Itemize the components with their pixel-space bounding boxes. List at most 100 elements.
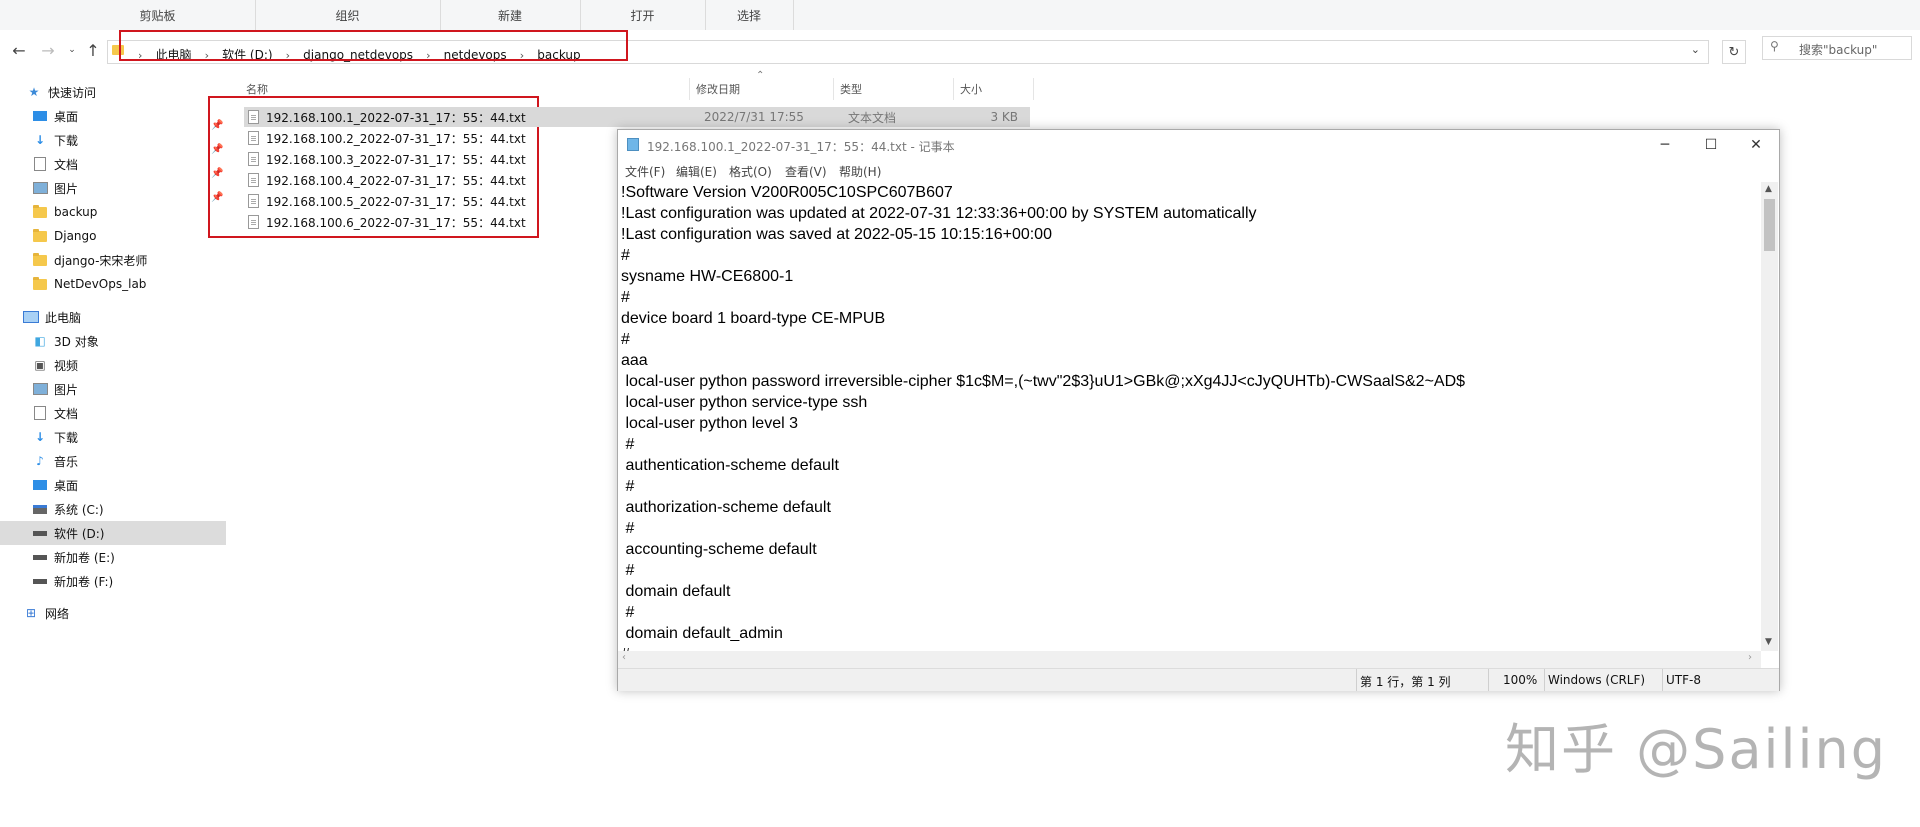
notepad-text-area[interactable]: !Software Version V200R005C10SPC607B607 …	[618, 182, 1761, 651]
text-line: !Last configuration was updated at 2022-…	[621, 205, 1257, 222]
text-file-icon	[248, 173, 259, 187]
sidebar-label: 桌面	[54, 109, 79, 124]
scrollbar-thumb[interactable]	[1764, 199, 1775, 251]
sidebar-item-videos[interactable]: ▣ 视频	[0, 353, 258, 377]
text-file-icon	[248, 215, 259, 229]
sidebar-item-drive-e[interactable]: 新加卷 (E:)	[0, 545, 258, 569]
sidebar-label: 文档	[54, 157, 79, 172]
address-highlight-box	[119, 30, 628, 61]
scroll-right-arrow-icon[interactable]: ›	[1748, 652, 1752, 663]
drive-icon	[32, 573, 48, 589]
file-name: 192.168.100.1_2022-07-31_17：55：44.txt	[266, 110, 526, 125]
ribbon-group-select[interactable]: 选择	[705, 0, 794, 30]
up-arrow-icon[interactable]: ↑	[83, 40, 103, 60]
menu-view[interactable]: 查看(V)	[785, 163, 827, 180]
desktop-icon	[32, 477, 48, 493]
file-row[interactable]: 192.168.100.1_2022-07-31_17：55：44.txt 20…	[244, 107, 1030, 127]
scroll-down-arrow-icon[interactable]: ▼	[1765, 637, 1772, 647]
sidebar-label: Django	[54, 229, 97, 243]
file-name: 192.168.100.5_2022-07-31_17：55：44.txt	[266, 194, 526, 209]
sidebar-item-django[interactable]: Django	[0, 224, 258, 248]
drive-icon	[32, 501, 48, 517]
sidebar-item-drive-f[interactable]: 新加卷 (F:)	[0, 569, 258, 593]
column-header-size[interactable]: 大小	[954, 78, 1034, 100]
forward-arrow-icon[interactable]: →	[38, 40, 58, 60]
horizontal-scrollbar[interactable]: ‹ ›	[618, 651, 1761, 668]
star-icon: ★	[28, 85, 40, 99]
menu-file[interactable]: 文件(F)	[625, 163, 665, 180]
minimize-icon[interactable]: ─	[1642, 130, 1688, 160]
menu-format[interactable]: 格式(O)	[729, 163, 772, 180]
notepad-title: 192.168.100.1_2022-07-31_17：55：44.txt - …	[647, 140, 955, 154]
file-name: 192.168.100.3_2022-07-31_17：55：44.txt	[266, 152, 526, 167]
close-icon[interactable]: ✕	[1733, 130, 1779, 160]
back-arrow-icon[interactable]: ←	[9, 40, 29, 60]
sidebar-item-drive-d[interactable]: 软件 (D:)	[0, 521, 226, 545]
recent-locations-chevron-icon[interactable]: ⌄	[62, 40, 82, 60]
download-icon: ↓	[34, 133, 46, 147]
sidebar-item-pc-documents[interactable]: 文档	[0, 401, 258, 425]
text-line: #	[621, 289, 630, 306]
sidebar-item-pc-downloads[interactable]: ↓ 下载	[0, 425, 258, 449]
sidebar-label: 软件 (D:)	[54, 526, 105, 541]
sidebar-network[interactable]: ⊞ 网络	[0, 601, 249, 625]
pin-icon: 📌	[211, 120, 224, 131]
sidebar-item-pc-pictures[interactable]: 图片	[0, 377, 258, 401]
ribbon-group-organize[interactable]: 组织	[255, 0, 441, 30]
text-line: #	[621, 436, 635, 453]
sidebar-item-django-teacher[interactable]: django-宋宋老师	[0, 248, 258, 272]
text-line: #	[621, 331, 630, 348]
sidebar-label: django-宋宋老师	[54, 253, 148, 268]
scroll-up-arrow-icon[interactable]: ▲	[1765, 184, 1772, 194]
sidebar-label: 新加卷 (F:)	[54, 574, 114, 589]
column-header-label: 类型	[840, 83, 862, 96]
sidebar-label: 3D 对象	[54, 334, 99, 349]
sidebar-label: 快速访问	[48, 85, 97, 100]
scroll-left-arrow-icon[interactable]: ‹	[622, 652, 626, 663]
sidebar-quick-access[interactable]: ★ 快速访问	[0, 80, 252, 104]
menu-help[interactable]: 帮助(H)	[839, 163, 881, 180]
text-line: local-user python service-type ssh	[621, 394, 868, 411]
file-modified: 2022/7/31 17:55	[704, 110, 804, 124]
search-input[interactable]: ⚲ 搜索"backup"	[1762, 36, 1912, 60]
sidebar-item-music[interactable]: ♪ 音乐	[0, 449, 258, 473]
sidebar-item-3d-objects[interactable]: ◧ 3D 对象	[0, 329, 258, 353]
drive-icon	[32, 549, 48, 565]
ribbon-group-clipboard[interactable]: 剪贴板	[60, 0, 256, 30]
vertical-scrollbar[interactable]: ▲ ▼	[1761, 182, 1778, 651]
picture-icon	[32, 180, 48, 196]
text-line: #	[621, 562, 635, 579]
drive-icon	[32, 525, 48, 541]
ribbon-bar: 剪贴板 组织 新建 打开 选择	[0, 0, 1920, 31]
address-dropdown-chevron-icon[interactable]: ⌄	[1691, 43, 1700, 56]
pin-icon: 📌	[211, 144, 224, 155]
sidebar-this-pc[interactable]: 此电脑	[0, 305, 249, 329]
text-line: local-user python password irreversible-…	[621, 373, 1466, 390]
notepad-title-bar[interactable]: 192.168.100.1_2022-07-31_17：55：44.txt - …	[618, 130, 1779, 160]
column-header-name[interactable]: 名称	[240, 78, 690, 100]
text-line: aaa	[621, 352, 648, 369]
sidebar-label: 下载	[54, 430, 79, 445]
sidebar-item-pc-desktop[interactable]: 桌面	[0, 473, 258, 497]
menu-edit[interactable]: 编辑(E)	[676, 163, 717, 180]
ribbon-group-label: 新建	[497, 8, 522, 23]
sidebar-item-netdevops-lab[interactable]: NetDevOps_lab	[0, 272, 258, 296]
folder-icon	[32, 204, 48, 220]
document-icon	[32, 156, 48, 172]
sidebar-label: 文档	[54, 406, 79, 421]
ribbon-group-new[interactable]: 新建	[440, 0, 581, 30]
desktop-icon	[32, 108, 48, 124]
sidebar-label: 系统 (C:)	[54, 502, 104, 517]
notepad-status-bar: 第 1 行，第 1 列 100% Windows (CRLF) UTF-8	[618, 668, 1779, 691]
ribbon-group-open[interactable]: 打开	[580, 0, 706, 30]
sidebar-label: 图片	[54, 181, 79, 196]
folder-icon	[32, 276, 48, 292]
refresh-icon[interactable]: ↻	[1722, 40, 1746, 64]
column-header-type[interactable]: 类型	[834, 78, 954, 100]
computer-icon	[23, 309, 39, 325]
sidebar-item-drive-c[interactable]: 系统 (C:)	[0, 497, 258, 521]
maximize-icon[interactable]: ☐	[1688, 130, 1734, 160]
column-header-modified[interactable]: 修改日期	[690, 78, 834, 100]
sidebar-label: 桌面	[54, 478, 79, 493]
search-icon: ⚲	[1770, 39, 1779, 53]
